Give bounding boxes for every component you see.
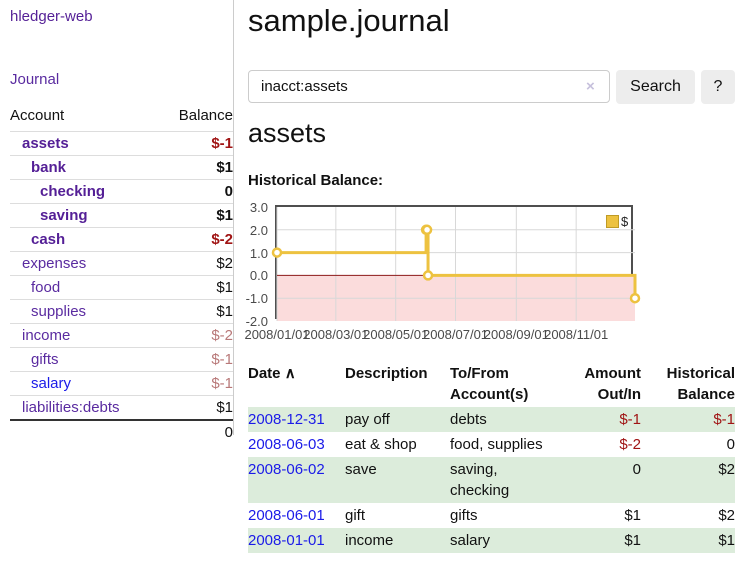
account-link-expenses[interactable]: expenses — [22, 255, 86, 272]
account-balance: $1 — [159, 300, 233, 324]
chart-plot — [275, 205, 633, 319]
transaction-amount: $-1 — [555, 407, 641, 432]
transaction-date-link[interactable]: 2008-01-01 — [248, 532, 325, 549]
chart-canvas — [277, 207, 635, 321]
transaction-amount: $-2 — [555, 432, 641, 457]
transaction-accounts: debts — [450, 407, 555, 432]
historical-balance-chart: 3.02.01.00.0-1.0-2.0 $ 2008/01/012008/03… — [248, 205, 742, 347]
account-link-liabilities-debts[interactable]: liabilities:debts — [22, 399, 120, 416]
transaction-row: 2008-01-01 income salary $1 $1 — [248, 528, 735, 553]
brand-link[interactable]: hledger-web — [10, 8, 93, 25]
transaction-date-link[interactable]: 2008-06-02 — [248, 461, 325, 478]
transaction-balance: $-1 — [641, 407, 735, 432]
transaction-date-link[interactable]: 2008-06-03 — [248, 436, 325, 453]
transaction-accounts: food, supplies — [450, 432, 555, 457]
search-button[interactable]: Search — [616, 70, 695, 104]
chart-section-heading: Historical Balance: — [248, 172, 383, 189]
transaction-description: gift — [345, 503, 450, 528]
account-balance: $-1 — [159, 132, 233, 156]
account-link-cash[interactable]: cash — [31, 231, 65, 248]
chart-y-axis: 3.02.01.00.0-1.0-2.0 — [244, 207, 272, 321]
account-link-assets[interactable]: assets — [22, 135, 69, 152]
y-axis-tick-label: -1.0 — [246, 292, 268, 305]
sidebar-item-journal[interactable]: Journal — [10, 71, 59, 88]
x-axis-tick-label: 2008/01/01 — [244, 327, 309, 342]
x-axis-tick-label: 2008/03/01 — [303, 327, 368, 342]
transaction-accounts: gifts — [450, 503, 555, 528]
amount-column-header: Amount Out/In — [555, 361, 641, 407]
x-axis-tick-label: 2008/09/01 — [484, 327, 549, 342]
y-axis-tick-label: 3.0 — [250, 201, 268, 214]
balance-column-header: Balance — [159, 103, 233, 132]
search-input[interactable] — [248, 70, 610, 103]
page-title: sample.journal — [248, 0, 450, 42]
account-balance: $-1 — [159, 348, 233, 372]
y-axis-tick-label: 1.0 — [250, 247, 268, 260]
transaction-amount: 0 — [555, 457, 641, 503]
x-axis-tick-label: 2008/11/01 — [544, 327, 608, 342]
sidebar-divider — [233, 0, 234, 435]
legend-label: $ — [621, 214, 628, 229]
accounts-total: 0 — [159, 420, 233, 444]
account-balance: $1 — [159, 156, 233, 180]
accounts-table: Account Balance assets $-1 bank $1 checkin… — [10, 103, 233, 444]
register-header-row: Date ∧ Description To/From Account(s) Am… — [248, 361, 735, 407]
transaction-balance: $2 — [641, 503, 735, 528]
account-link-supplies[interactable]: supplies — [31, 303, 86, 320]
account-balance: $-1 — [159, 372, 233, 396]
account-link-bank[interactable]: bank — [31, 159, 66, 176]
account-balance: $1 — [159, 396, 233, 421]
accounts-column-header: To/From Account(s) — [450, 361, 555, 407]
register-table: Date ∧ Description To/From Account(s) Am… — [248, 361, 735, 553]
transaction-description: income — [345, 528, 450, 553]
account-balance: $1 — [159, 204, 233, 228]
account-link-gifts[interactable]: gifts — [31, 351, 59, 368]
transaction-row: 2008-12-31 pay off debts $-1 $-1 — [248, 407, 735, 432]
chart-x-axis: 2008/01/012008/03/012008/05/012008/07/01… — [248, 327, 742, 343]
transaction-description: eat & shop — [345, 432, 450, 457]
sort-asc-icon: ∧ — [285, 365, 296, 382]
account-link-salary[interactable]: salary — [31, 375, 71, 392]
clear-search-icon[interactable]: × — [586, 78, 595, 95]
y-axis-tick-label: 2.0 — [250, 224, 268, 237]
account-link-income[interactable]: income — [22, 327, 70, 344]
transaction-date-link[interactable]: 2008-06-01 — [248, 507, 325, 524]
account-balance: 0 — [159, 180, 233, 204]
account-link-saving[interactable]: saving — [40, 207, 88, 224]
account-balance: $1 — [159, 276, 233, 300]
transaction-row: 2008-06-01 gift gifts $1 $2 — [248, 503, 735, 528]
x-axis-tick-label: 2008/05/01 — [363, 327, 428, 342]
transaction-row: 2008-06-03 eat & shop food, supplies $-2… — [248, 432, 735, 457]
account-link-food[interactable]: food — [31, 279, 60, 296]
date-column-header[interactable]: Date ∧ — [248, 361, 345, 407]
y-axis-tick-label: 0.0 — [250, 269, 268, 282]
chart-legend: $ — [606, 214, 628, 229]
transaction-balance: $1 — [641, 528, 735, 553]
transaction-balance: $2 — [641, 457, 735, 503]
transaction-amount: $1 — [555, 503, 641, 528]
accounts-column-header: Account — [10, 103, 159, 132]
account-heading: assets — [248, 118, 326, 149]
transaction-accounts: salary — [450, 528, 555, 553]
transaction-date-link[interactable]: 2008-12-31 — [248, 411, 325, 428]
transaction-row: 2008-06-02 save saving, checking 0 $2 — [248, 457, 735, 503]
transaction-balance: 0 — [641, 432, 735, 457]
account-balance: $-2 — [159, 228, 233, 252]
transaction-accounts: saving, checking — [450, 457, 555, 503]
transaction-amount: $1 — [555, 528, 641, 553]
help-button[interactable]: ? — [701, 70, 735, 104]
transaction-description: save — [345, 457, 450, 503]
x-axis-tick-label: 2008/07/01 — [423, 327, 488, 342]
balance-column-header: Historical Balance — [641, 361, 735, 407]
transaction-description: pay off — [345, 407, 450, 432]
legend-swatch-icon — [606, 215, 619, 228]
account-link-checking[interactable]: checking — [40, 183, 105, 200]
account-balance: $2 — [159, 252, 233, 276]
main-content: sample.journal × Search ? assets Histori… — [248, 0, 742, 582]
account-balance: $-2 — [159, 324, 233, 348]
search-form: × Search ? — [248, 70, 735, 104]
description-column-header: Description — [345, 361, 450, 407]
